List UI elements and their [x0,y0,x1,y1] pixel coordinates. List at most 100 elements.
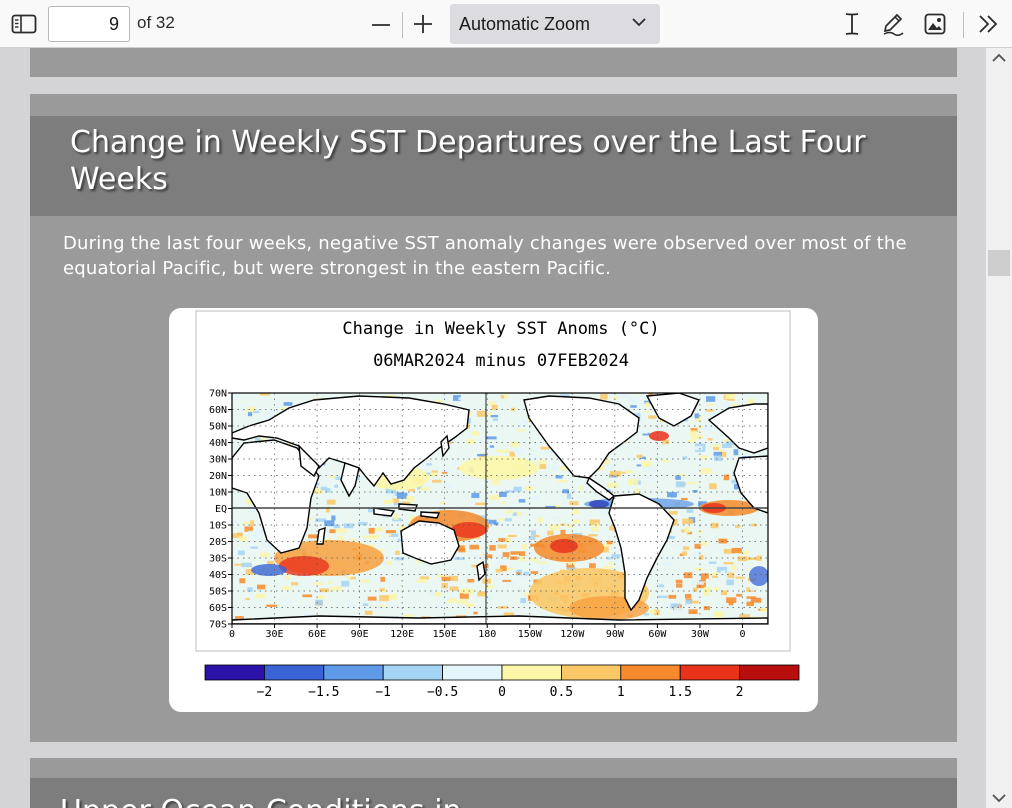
next-page-title: Upper Ocean Conditions in [60,794,462,808]
colorbar-segment [739,664,800,681]
anomaly-cell [283,402,293,406]
scrollbar-thumb[interactable] [988,250,1010,276]
anomaly-cell [540,565,550,571]
anomaly-cell [560,523,566,526]
anomaly-cell [648,415,657,419]
anomaly-cell [503,393,509,399]
anomaly-cell [685,599,692,605]
anomaly-cell [505,537,511,543]
anomaly-cell [700,573,709,579]
anomaly-cell [689,430,697,437]
scroll-down-icon[interactable] [992,793,1006,803]
anomaly-cell [284,574,291,580]
lon-tick-label: 30E [266,629,284,640]
colorbar-segment [264,664,325,681]
anomaly-cell [594,523,599,528]
anomaly-cell [690,600,699,604]
image-tool-button[interactable] [920,10,950,38]
anomaly-cell [709,483,717,490]
current-page: Change in Weekly SST Departures over the… [30,94,957,742]
anomaly-cell [644,410,651,413]
anomaly-cell [675,579,683,584]
zoom-out-button[interactable] [366,9,396,39]
anomaly-cell [600,393,608,400]
anomaly-cell [393,513,399,520]
anomaly-cell [735,576,745,579]
previous-page [30,48,957,77]
anomaly-cell [245,597,250,601]
anomaly-cell [326,499,336,505]
anomaly-cell [668,511,678,515]
anomaly-cell [667,492,677,498]
anomaly-cell [233,519,239,524]
anomaly-cell [408,488,415,492]
anomaly-cell [255,593,266,599]
anomaly-cell [687,439,696,443]
anomaly-cell [247,587,253,592]
lon-tick-label: 150W [518,629,543,640]
anomaly-cell [492,480,501,485]
anomaly-cell [489,545,496,551]
anomaly-cell [700,455,708,460]
figure-subtitle: 06MAR2024 minus 07FEB2024 [373,351,629,371]
anomaly-cell [266,604,277,607]
anomaly-cell [488,595,493,601]
anomaly-cell [539,560,547,563]
anomaly-cell [432,479,442,483]
anomaly-cell [714,586,720,591]
anomaly-cell [720,570,726,575]
anomaly-cell [516,429,526,432]
anomaly-cell [456,599,467,604]
double-chevron-right-icon [979,15,998,33]
colorbar-segment [620,664,681,681]
anomaly-cell [572,519,580,524]
scroll-up-icon[interactable] [992,53,1006,63]
lon-tick-label: 90E [351,629,369,640]
anomaly-cell [567,493,572,499]
anomaly-cell [449,586,459,591]
anomaly-cell [363,528,369,534]
anomaly-cell [731,547,742,554]
anomaly-cell [441,469,452,473]
anomaly-cell [630,405,637,408]
anomaly-cell [349,538,357,541]
anomaly-cell [253,410,260,414]
draw-tool-button[interactable] [878,10,908,38]
anomaly-cell [250,546,258,549]
anomaly-cell [337,535,343,541]
anomaly-cell [277,403,283,408]
zoom-select-value: Automatic Zoom [459,13,591,34]
sidebar-toggle-icon[interactable] [8,10,40,38]
colorbar-labels: −2 −1.5 −1 −0.5 0 0.5 1 1.5 2 [257,685,744,700]
zoom-select[interactable]: Automatic Zoom [450,4,660,44]
anomaly-cell [368,527,375,534]
lat-tick-label: 40N [209,438,227,449]
anomaly-cell [641,463,648,467]
lat-tick-label: 40S [209,570,227,581]
text-tool-button[interactable] [838,10,866,38]
anomaly-cell [530,571,539,574]
anomaly-cell [603,566,614,569]
anomaly-cell [707,403,715,406]
anomaly-cell [379,549,384,552]
anomaly-cell [738,497,746,501]
anomaly-cell [530,454,538,459]
anomaly-cell [679,473,686,476]
vertical-scrollbar[interactable] [986,48,1012,808]
zoom-in-button[interactable] [408,9,438,39]
anomaly-cell [523,420,529,427]
lon-tick-label: 150E [433,629,457,640]
anomaly-cell [562,489,570,494]
anomaly-cell [336,528,347,534]
anomaly-cell [714,455,722,462]
anomaly-cell [760,608,768,612]
anomaly-cell [727,572,735,579]
page-title: Change in Weekly SST Departures over the… [70,125,866,197]
anomaly-cell [557,486,562,493]
anomaly-cell [713,451,723,456]
more-tools-button[interactable] [972,10,1004,38]
colorbar-segment [382,664,443,681]
anomaly-cell [516,572,521,575]
page-number-input[interactable] [48,6,130,42]
toolbar-divider [402,12,403,38]
